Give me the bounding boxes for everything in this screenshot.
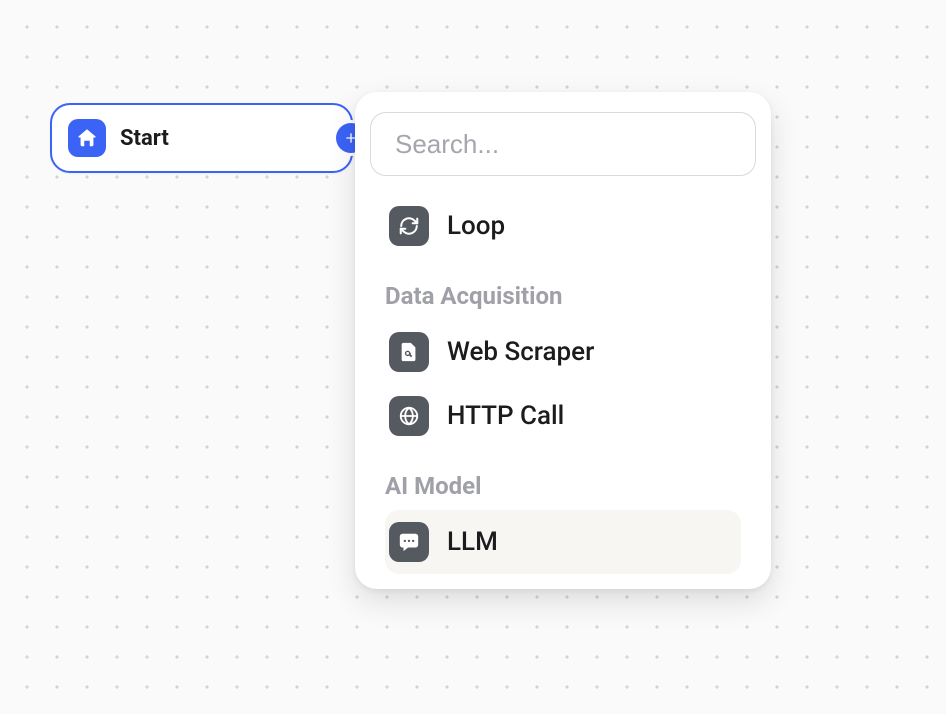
menu-item-web-scraper[interactable]: Web Scraper (385, 320, 741, 384)
menu-item-label: Web Scraper (447, 337, 594, 367)
home-icon (68, 119, 106, 157)
globe-icon (389, 396, 429, 436)
start-node-label: Start (120, 126, 169, 151)
menu-item-label: HTTP Call (447, 401, 564, 431)
menu-item-label: Loop (447, 211, 505, 241)
group-data-acquisition: Data Acquisition (385, 282, 741, 310)
menu-item-label: LLM (447, 527, 498, 557)
file-search-icon (389, 332, 429, 372)
start-node[interactable]: Start (50, 103, 353, 173)
loop-icon (389, 206, 429, 246)
menu-item-http-call[interactable]: HTTP Call (385, 384, 741, 448)
menu-item-llm[interactable]: LLM (385, 510, 741, 574)
group-ai-model: AI Model (385, 472, 741, 500)
workflow-canvas[interactable]: Start Loop (0, 0, 946, 714)
menu-item-loop[interactable]: Loop (385, 194, 741, 258)
node-picker-menu: Loop Data Acquisition Web Scraper (355, 92, 771, 589)
chat-icon (389, 522, 429, 562)
search-input[interactable] (370, 112, 756, 176)
